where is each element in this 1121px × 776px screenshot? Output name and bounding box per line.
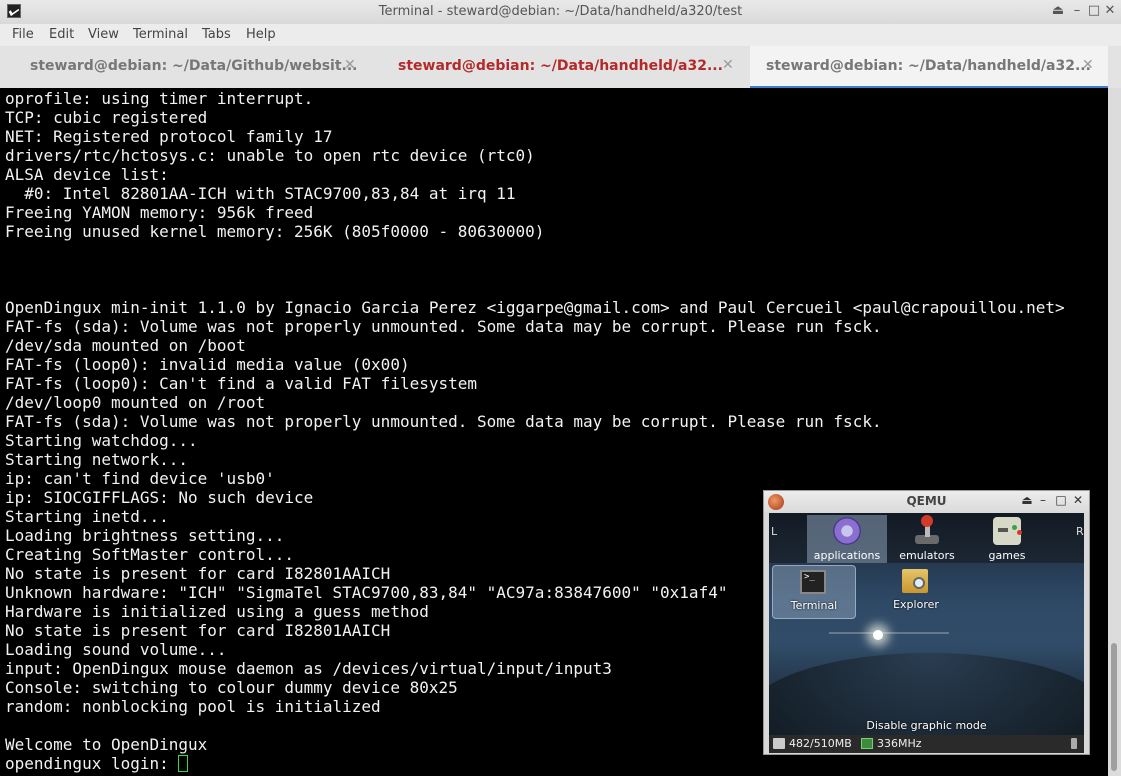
cpu-clock: 336MHz	[877, 737, 922, 750]
window-title: Terminal - steward@debian: ~/Data/handhe…	[378, 4, 743, 19]
terminal-line: FAT-fs (loop0): Can't find a valid FAT f…	[5, 374, 478, 393]
lighthouse-beam	[829, 632, 949, 634]
terminal-scrollbar[interactable]	[1108, 88, 1121, 776]
qemu-titlebar: QEMU ⏏ – □ ✕	[764, 491, 1089, 513]
login-prompt: opendingux login:	[5, 754, 179, 773]
category-label: emulators	[899, 549, 955, 562]
terminal-line: Hardware is initialized using a guess me…	[5, 602, 429, 621]
terminal-line: FAT-fs (sda): Volume was not properly un…	[5, 412, 882, 431]
terminal-line: Loading sound volume...	[5, 640, 227, 659]
tab-close-icon[interactable]: ✕	[1082, 57, 1094, 73]
terminal-icon: >_	[800, 570, 826, 594]
tab-bar: steward@debian: ~/Data/Github/websit... …	[0, 46, 1121, 89]
menu-bar: File Edit View Terminal Tabs Help	[0, 24, 1121, 46]
battery-icon	[1071, 738, 1077, 749]
window-titlebar: Terminal - steward@debian: ~/Data/handhe…	[0, 0, 1121, 25]
category-games[interactable]: games	[967, 515, 1047, 563]
app-explorer[interactable]: Explorer	[875, 565, 957, 617]
qemu-window: QEMU ⏏ – □ ✕ L R applications emulators …	[763, 490, 1090, 755]
shade-window-button[interactable]: ⏏	[1050, 3, 1066, 19]
shoulder-left-label: L	[771, 525, 778, 538]
terminal-line: Console: switching to colour dummy devic…	[5, 678, 458, 697]
terminal-line: /dev/loop0 mounted on /root	[5, 393, 266, 412]
lighthouse-light	[873, 630, 883, 640]
category-emulators[interactable]: emulators	[887, 515, 967, 563]
tab-label: steward@debian: ~/Data/Github/websit...	[30, 58, 358, 74]
cpu-chip-icon	[861, 738, 873, 749]
joystick-icon	[913, 515, 941, 545]
menu-help[interactable]: Help	[246, 27, 276, 42]
menu-tabs[interactable]: Tabs	[202, 27, 231, 42]
menu-terminal[interactable]: Terminal	[133, 27, 188, 42]
terminal-line: ip: SIOCGIFFLAGS: No such device	[5, 488, 314, 507]
qemu-maximize-button[interactable]: □	[1054, 493, 1068, 507]
maximize-window-button[interactable]: □	[1086, 3, 1102, 19]
terminal-line: Starting network...	[5, 450, 189, 469]
category-applications[interactable]: applications	[807, 515, 887, 563]
terminal-line: Unknown hardware: "ICH" "SigmaTel STAC97…	[5, 583, 728, 602]
terminal-line: Freeing unused kernel memory: 256K (805f…	[5, 222, 545, 241]
terminal-line: drivers/rtc/hctosys.c: unable to open rt…	[5, 146, 535, 165]
minimize-window-button[interactable]: –	[1069, 3, 1085, 19]
terminal-line: Starting inetd...	[5, 507, 169, 526]
terminal-line: Starting watchdog...	[5, 431, 198, 450]
terminal-line: ip: can't find device 'usb0'	[5, 469, 275, 488]
terminal-line: Loading brightness setting...	[5, 526, 285, 545]
terminal-line: FAT-fs (sda): Volume was not properly un…	[5, 317, 882, 336]
terminal-line: #0: Intel 82801AA-ICH with STAC9700,83,8…	[5, 184, 516, 203]
terminal-line: No state is present for card I82801AAICH	[5, 621, 391, 640]
folder-search-icon	[902, 569, 928, 593]
terminal-line: ALSA device list:	[5, 165, 169, 184]
memory-usage: 482/510MB	[789, 737, 852, 750]
qemu-minimize-button[interactable]: –	[1036, 493, 1050, 507]
terminal-line: random: nonblocking pool is initialized	[5, 697, 381, 716]
terminal-line: TCP: cubic registered	[5, 108, 208, 127]
terminal-line: Creating SoftMaster control...	[5, 545, 294, 564]
menu-file[interactable]: File	[12, 27, 34, 42]
close-window-button[interactable]: ✕	[1102, 3, 1118, 19]
qemu-shade-button[interactable]: ⏏	[1020, 493, 1034, 507]
terminal-line: /dev/sda mounted on /boot	[5, 336, 246, 355]
tab-handheld-a320-1[interactable]: steward@debian: ~/Data/handheld/a32... ✕	[372, 46, 748, 88]
tab-label: steward@debian: ~/Data/handheld/a32...	[766, 58, 1091, 74]
menu-view[interactable]: View	[88, 27, 119, 42]
terminal-line: oprofile: using timer interrupt.	[5, 89, 314, 108]
scrollbar-thumb[interactable]	[1111, 643, 1117, 771]
category-label: applications	[813, 549, 881, 562]
terminal-line: OpenDingux min-init 1.1.0 by Ignacio Gar…	[5, 298, 1065, 317]
terminal-line: NET: Registered protocol family 17	[5, 127, 333, 146]
terminal-line: input: OpenDingux mouse daemon as /devic…	[5, 659, 612, 678]
app-label: Terminal	[790, 599, 838, 612]
category-label: games	[988, 549, 1026, 562]
disable-graphic-mode-hint: Disable graphic mode	[866, 719, 987, 732]
qemu-close-button[interactable]: ✕	[1071, 493, 1085, 507]
terminal-line: Welcome to OpenDingux	[5, 735, 208, 754]
terminal-cursor[interactable]	[178, 755, 189, 772]
terminal-line: No state is present for card I82801AAICH	[5, 564, 391, 583]
shoulder-right-label: R	[1076, 525, 1084, 538]
gamepad-icon	[993, 517, 1021, 545]
tab-handheld-a320-active[interactable]: steward@debian: ~/Data/handheld/a32... ✕	[750, 46, 1108, 89]
tab-github-website[interactable]: steward@debian: ~/Data/Github/websit... …	[4, 46, 370, 88]
terminal-line: Freeing YAMON memory: 956k freed	[5, 203, 314, 222]
terminal-line: FAT-fs (loop0): invalid media value (0x0…	[5, 355, 410, 374]
app-terminal[interactable]: >_ Terminal	[772, 565, 856, 619]
tab-close-icon[interactable]: ✕	[722, 57, 734, 73]
emulator-screen[interactable]: L R applications emulators games >_ Term…	[769, 513, 1084, 753]
tab-label: steward@debian: ~/Data/handheld/a32...	[398, 58, 723, 74]
sd-card-icon	[773, 738, 785, 749]
app-label: Explorer	[893, 598, 939, 611]
gear-icon	[833, 517, 861, 545]
tab-close-icon[interactable]: ✕	[344, 57, 356, 73]
emulator-status-bar: 482/510MB 336MHz	[769, 735, 1084, 753]
menu-edit[interactable]: Edit	[49, 27, 74, 42]
